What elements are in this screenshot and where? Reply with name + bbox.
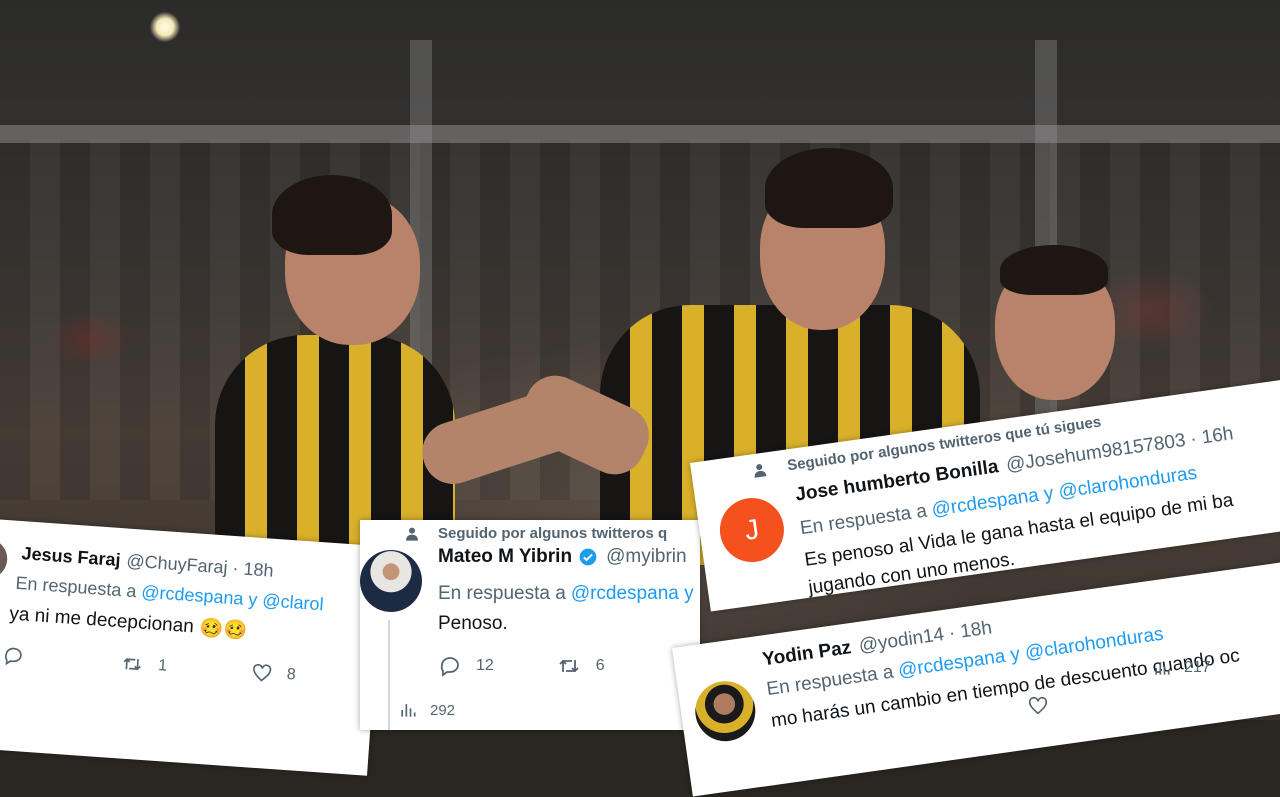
tweet-body: Penoso.	[438, 613, 508, 634]
emoji: 🥴🥴	[198, 617, 248, 643]
followed-by-banner: Seguido por algunos twitteros q	[404, 525, 667, 542]
reply-prefix: En respuesta a	[438, 583, 566, 604]
avatar-letter: J	[742, 513, 761, 546]
user-name[interactable]: Mateo M Yibrin	[438, 546, 572, 568]
reply-targets-link[interactable]: @rcdespana y	[571, 583, 694, 605]
user-handle[interactable]: @ChuyFaraj	[126, 551, 228, 579]
views-icon[interactable]	[1152, 657, 1172, 679]
avatar[interactable]	[360, 550, 422, 612]
user-name[interactable]: Jesus Faraj	[21, 543, 121, 571]
retweet-icon[interactable]	[556, 654, 582, 678]
person-icon	[751, 461, 769, 479]
fence-rail	[0, 125, 1280, 143]
tweet-body: ya ni me decepcionan	[8, 603, 195, 638]
tweet-time[interactable]: · 16h	[1189, 423, 1235, 451]
views-icon[interactable]	[398, 700, 418, 720]
player-center-hair	[765, 148, 893, 228]
avatar[interactable]: J	[715, 493, 789, 567]
user-handle[interactable]: @myibrin	[606, 546, 687, 568]
tweet-card-mateo: Seguido por algunos twitteros q Mateo M …	[360, 520, 700, 730]
retweet-icon[interactable]	[119, 652, 144, 676]
tweet-text: ya ni me decepcionan 🥴🥴	[9, 602, 248, 643]
action-bar: 12 6	[438, 654, 605, 678]
tweet-time[interactable]: · 18h	[232, 558, 274, 582]
views-row-yodin: 217	[1152, 657, 1211, 679]
views-row: 292	[398, 700, 455, 720]
stadium-floodlight	[150, 12, 180, 42]
retweet-count: 1	[157, 656, 168, 675]
user-name[interactable]: Yodin Paz	[761, 637, 853, 671]
like-row-yodin	[1027, 695, 1049, 717]
player-left-hair	[272, 175, 392, 255]
reply-icon[interactable]	[438, 654, 462, 678]
followed-by-text: Seguido por algunos twitteros q	[438, 525, 668, 542]
view-count: 217	[1184, 659, 1211, 676]
tweet-time[interactable]: · 18h	[947, 617, 993, 645]
tweet-body-prefix: mo	[769, 707, 799, 732]
avatar[interactable]	[691, 677, 760, 746]
like-icon[interactable]	[1027, 695, 1049, 717]
like-icon[interactable]	[250, 661, 273, 684]
reply-targets-link[interactable]: @rcdespana y @clarol	[141, 582, 325, 616]
action-bar: 1 8	[2, 644, 333, 689]
like-count: 8	[286, 665, 297, 684]
tweet-text: Penoso.	[438, 613, 508, 635]
reply-context: En respuesta a @rcdespana y	[438, 583, 694, 605]
person-icon	[404, 526, 420, 542]
tweet-card-jesus: Jesus Faraj @ChuyFaraj · 18h En respuest…	[0, 519, 384, 776]
view-count: 292	[430, 701, 456, 719]
player-right-hair	[1000, 245, 1108, 295]
verified-badge-icon	[578, 547, 598, 567]
user-handle[interactable]: @yodin14	[858, 624, 946, 658]
tweet-header: Mateo M Yibrin @myibrin	[438, 546, 687, 568]
reply-count: 12	[476, 657, 494, 674]
retweet-count: 6	[595, 657, 605, 674]
avatar[interactable]	[0, 537, 9, 581]
reply-icon[interactable]	[2, 644, 25, 667]
reply-prefix: En respuesta a	[14, 572, 138, 602]
thread-line	[388, 620, 390, 730]
